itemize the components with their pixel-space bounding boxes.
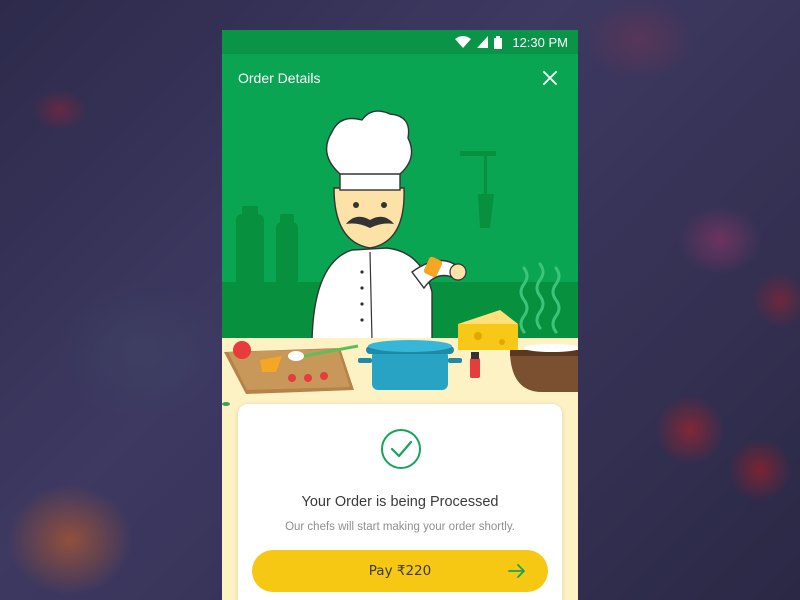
status-bar: 12:30 PM bbox=[222, 30, 578, 54]
wifi-icon bbox=[455, 36, 472, 48]
sauce-bottle-icon bbox=[470, 352, 480, 378]
close-icon[interactable] bbox=[538, 66, 562, 90]
app-bar: Order Details bbox=[222, 54, 578, 102]
arrow-right-icon bbox=[508, 564, 525, 578]
order-status-title: Your Order is being Processed bbox=[301, 494, 499, 510]
pay-button-label: Pay ₹220 bbox=[368, 563, 432, 579]
order-status-subtitle: Our chefs will start making your order s… bbox=[285, 521, 515, 533]
check-circle-icon bbox=[381, 429, 421, 469]
status-time: 12:30 PM bbox=[512, 34, 568, 50]
cooking-pot-icon bbox=[358, 340, 462, 390]
chef-cooking-illustration bbox=[222, 102, 578, 410]
order-status-card: Your Order is being Processed Our chefs … bbox=[238, 404, 562, 600]
pay-button[interactable]: Pay ₹220 bbox=[252, 550, 548, 592]
phone-screen: 12:30 PM Order Details Your Order is bei… bbox=[222, 30, 578, 600]
battery-icon bbox=[494, 35, 503, 49]
page-title: Order Details bbox=[238, 70, 321, 86]
signal-icon bbox=[477, 36, 489, 48]
